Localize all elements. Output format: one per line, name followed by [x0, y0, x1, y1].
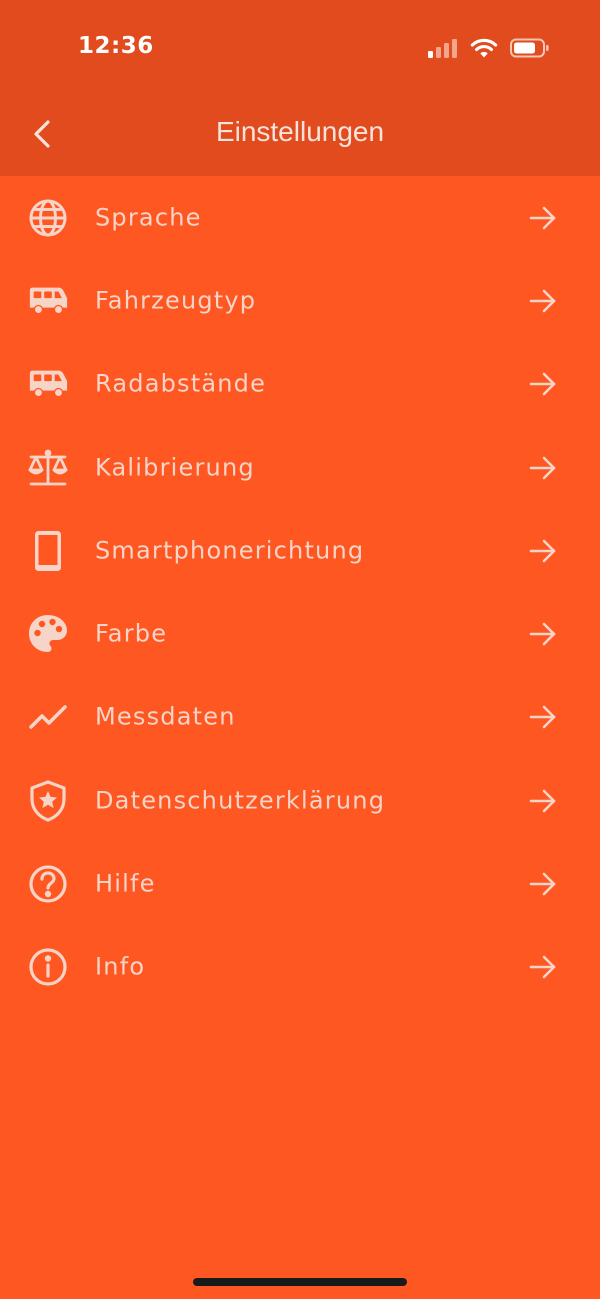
menu-item-kalibrierung[interactable]: Kalibrierung [0, 426, 600, 509]
arrow-right-icon [528, 869, 558, 899]
menu-item-sprache[interactable]: Sprache [0, 176, 600, 259]
battery-icon [510, 38, 550, 58]
menu-item-farbe[interactable]: Farbe [0, 592, 600, 675]
scale-icon [27, 447, 69, 489]
arrow-right-icon [528, 786, 558, 816]
top-bar: 12:36 Einstellungen [0, 0, 600, 176]
arrow-right-icon [528, 952, 558, 982]
help-circle-icon [27, 863, 69, 905]
info-circle-icon [27, 946, 69, 988]
menu-item-label: Hilfe [95, 869, 156, 898]
arrow-right-icon [528, 453, 558, 483]
menu-item-datenschutzerklaerung[interactable]: Datenschutzerklärung [0, 759, 600, 842]
settings-menu: Sprache Fahrzeugtyp Radabstände Kalibrie… [0, 176, 600, 1009]
navigation-bar: Einstellungen [0, 96, 600, 176]
globe-icon [27, 197, 69, 239]
van-icon [27, 280, 69, 322]
menu-item-fahrzeugtyp[interactable]: Fahrzeugtyp [0, 259, 600, 342]
smartphone-icon [27, 530, 69, 572]
status-bar: 12:36 [0, 0, 600, 96]
arrow-right-icon [528, 286, 558, 316]
menu-item-messdaten[interactable]: Messdaten [0, 676, 600, 759]
home-indicator[interactable] [193, 1278, 407, 1286]
menu-item-label: Radabstände [95, 369, 267, 398]
menu-item-smartphonerichtung[interactable]: Smartphonerichtung [0, 509, 600, 592]
arrow-right-icon [528, 369, 558, 399]
menu-item-label: Sprache [95, 203, 202, 232]
arrow-right-icon [528, 536, 558, 566]
menu-item-label: Kalibrierung [95, 452, 255, 481]
arrow-right-icon [528, 203, 558, 233]
van-icon [27, 363, 69, 405]
page-title: Einstellungen [215, 116, 385, 147]
menu-item-label: Info [95, 952, 146, 981]
palette-icon [27, 613, 69, 655]
menu-item-label: Smartphonerichtung [95, 536, 365, 565]
arrow-right-icon [528, 619, 558, 649]
menu-item-label: Fahrzeugtyp [95, 286, 257, 315]
menu-item-label: Farbe [95, 619, 168, 648]
status-icons [428, 36, 550, 60]
menu-item-hilfe[interactable]: Hilfe [0, 842, 600, 925]
arrow-right-icon [528, 702, 558, 732]
menu-item-info[interactable]: Info [0, 926, 600, 1009]
shield-star-icon [27, 780, 69, 822]
menu-item-label: Datenschutzerklärung [95, 786, 386, 815]
line-chart-icon [27, 696, 69, 738]
cellular-signal-icon [428, 38, 458, 58]
status-time: 12:36 [78, 33, 154, 59]
wifi-icon [470, 38, 498, 59]
menu-item-radabstaende[interactable]: Radabstände [0, 343, 600, 426]
menu-item-label: Messdaten [95, 702, 236, 731]
